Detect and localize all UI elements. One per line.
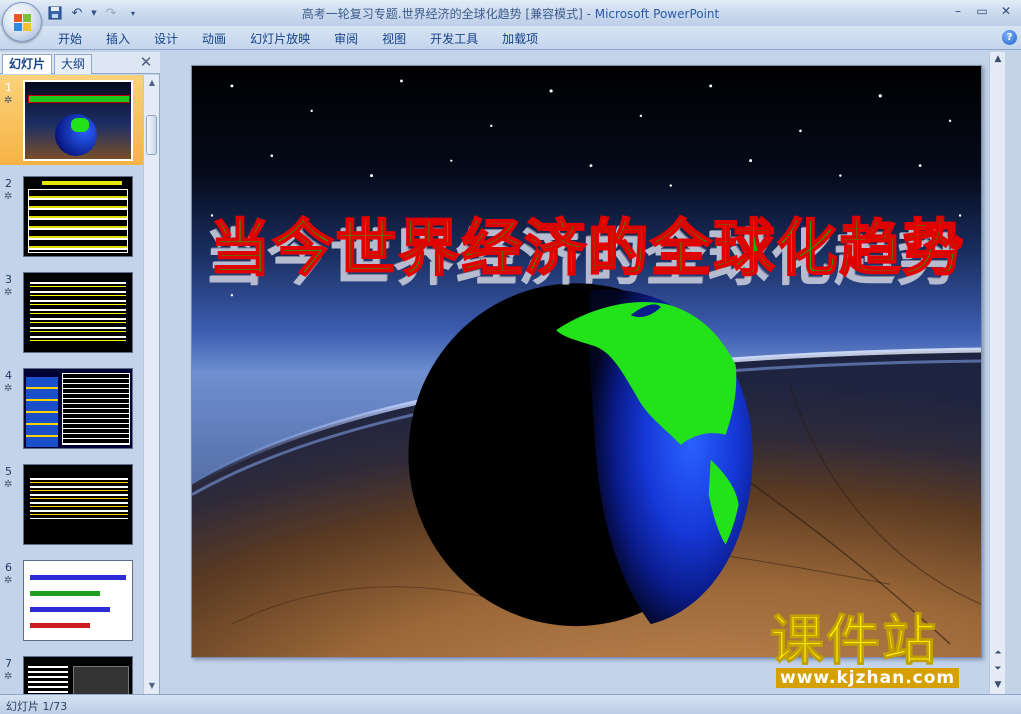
app-name: Microsoft PowerPoint [594,7,720,21]
slide-thumbnail[interactable] [23,176,133,257]
ribbon-tab[interactable]: 审阅 [322,30,370,48]
slide-thumbnail-row[interactable]: 4 ✲ [0,363,143,453]
office-logo-icon [14,14,32,32]
title-bar: ↶ ▼ ↷ ▾ 高考一轮复习专题.世界经济的全球化趋势 [兼容模式] - Mic… [0,0,1021,26]
slide-editing-area: 当今世界经济的全球化趋势 ▲ ⏶ ⏷ ▼ [160,52,1005,694]
slide-thumbnail[interactable] [23,272,133,353]
slide-transition-icon: ✲ [4,575,13,586]
slide-number: 6 [5,561,12,574]
watermark-logo-text: 课件站 [770,609,938,672]
ribbon-tab[interactable]: 开始 [46,30,94,48]
ribbon-tab[interactable]: 开发工具 [418,30,490,48]
slide-thumbnail-row[interactable]: 7 ✲ [0,651,143,694]
ribbon-tabs: 开始 插入 设计 动画 幻灯片放映 审阅 视图 开发工具 加载项 [46,30,550,48]
scroll-up-icon[interactable]: ▲ [144,75,160,91]
slide-thumbnail[interactable] [23,368,133,449]
close-pane-icon[interactable]: ✕ [138,54,154,70]
slide-transition-icon: ✲ [4,383,13,394]
slide-transition-icon: ✲ [4,671,13,682]
slide-thumbnail[interactable] [23,80,133,161]
close-icon[interactable]: ✕ [995,2,1017,20]
ribbon-tab[interactable]: 设计 [142,30,190,48]
slide-number: 4 [5,369,12,382]
scroll-up-icon[interactable]: ▲ [990,52,1006,66]
window-title: 高考一轮复习专题.世界经济的全球化趋势 [兼容模式] - Microsoft P… [0,5,1021,22]
slides-pane: 幻灯片 大纲 ✕ 1 ✲ 2 ✲ 3 ✲ 4 ✲ 5 ✲ 6 ✲ 7 ✲ ▲ ▼ [0,52,160,694]
slide-transition-icon: ✲ [4,479,13,490]
slide-scrollbar[interactable]: ▲ ⏶ ⏷ ▼ [989,52,1005,694]
thumbnail-scrollbar[interactable]: ▲ ▼ [143,75,159,694]
slide-counter: 幻灯片 1/73 [6,700,68,713]
slide-number: 2 [5,177,12,190]
slide-thumbnail-row[interactable]: 2 ✲ [0,171,143,261]
ribbon-tab[interactable]: 动画 [190,30,238,48]
ribbon-tab-bar: 开始 插入 设计 动画 幻灯片放映 审阅 视图 开发工具 加载项 ? [0,26,1021,50]
slide-number: 7 [5,657,12,670]
tab-slides[interactable]: 幻灯片 [2,54,53,74]
slide-number: 1 [5,81,12,94]
ribbon-tab[interactable]: 插入 [94,30,142,48]
minimize-icon[interactable]: – [947,2,969,20]
office-button[interactable] [2,2,42,42]
powerpoint-window: ↶ ▼ ↷ ▾ 高考一轮复习专题.世界经济的全球化趋势 [兼容模式] - Mic… [0,0,1021,714]
document-title: 高考一轮复习专题.世界经济的全球化趋势 [兼容模式] - [301,7,595,21]
ribbon-tab[interactable]: 视图 [370,30,418,48]
slide-canvas[interactable]: 当今世界经济的全球化趋势 [191,65,982,658]
ribbon-tab[interactable]: 幻灯片放映 [238,30,322,48]
status-bar: 幻灯片 1/73 [0,694,1021,714]
slide-number: 5 [5,465,12,478]
slide-transition-icon: ✲ [4,287,13,298]
pane-tab-bar: 幻灯片 大纲 ✕ [0,52,160,74]
slide-thumbnail-row[interactable]: 1 ✲ [0,75,143,165]
slide-background-image [192,66,981,657]
slide-thumbnail-list: 1 ✲ 2 ✲ 3 ✲ 4 ✲ 5 ✲ 6 ✲ 7 ✲ [0,75,143,694]
tab-outline[interactable]: 大纲 [54,54,93,74]
maximize-icon[interactable]: ▭ [971,2,993,20]
slide-thumbnail-row[interactable]: 5 ✲ [0,459,143,549]
slide-thumbnail-row[interactable]: 6 ✲ [0,555,143,645]
slide-transition-icon: ✲ [4,95,13,106]
slide-transition-icon: ✲ [4,191,13,202]
slide-number: 3 [5,273,12,286]
scrollbar-thumb[interactable] [146,115,157,155]
watermark: 课件站 www.kjzhan.com [770,609,1005,690]
slide-thumbnail[interactable] [23,560,133,641]
slide-title[interactable]: 当今世界经济的全球化趋势 [192,198,981,287]
watermark-url: www.kjzhan.com [776,668,960,688]
slide-thumbnail[interactable] [23,656,133,694]
window-controls: – ▭ ✕ [947,2,1017,20]
slide-thumbnail-row[interactable]: 3 ✲ [0,267,143,357]
slide-thumbnail[interactable] [23,464,133,545]
scroll-down-icon[interactable]: ▼ [144,678,160,694]
help-icon[interactable]: ? [1002,30,1017,45]
ribbon-tab[interactable]: 加载项 [490,30,550,48]
